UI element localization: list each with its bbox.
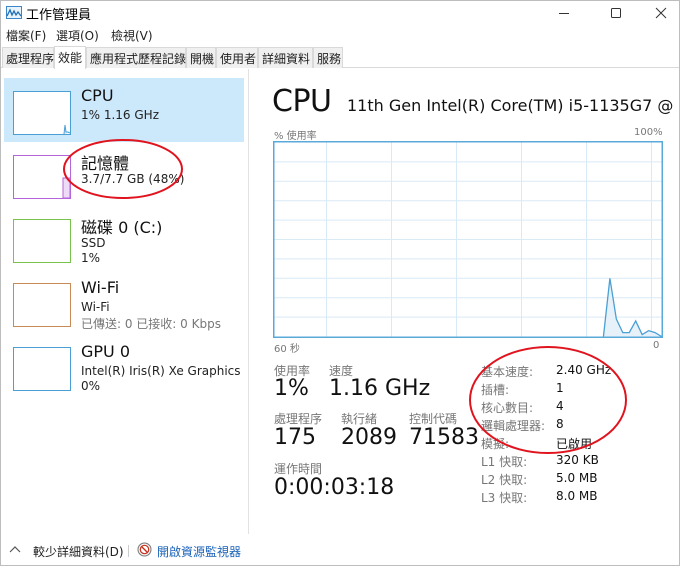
task-manager-window: 工作管理員 檔案(F) 選項(O) 檢視(V) 處理程序 效能 應用程式歷程記錄…	[0, 0, 680, 566]
resource-list: CPU 1% 1.16 GHz 記憶體 3.7/7.7 GB (48%) 磁碟 …	[1, 69, 249, 534]
spec-value-virtualization: 已啟用	[556, 437, 593, 451]
chevron-up-icon[interactable]	[9, 545, 21, 553]
resource-name: Wi-Fi	[81, 278, 120, 297]
resource-monitor-icon	[137, 542, 152, 557]
usage-value: 1%	[274, 376, 309, 401]
spec-label-l1-cache: L1 快取:	[481, 455, 528, 469]
spec-label-l2-cache: L2 快取:	[481, 473, 528, 487]
handles-value: 71583	[409, 425, 479, 450]
chart-x-left-label: 60 秒	[274, 344, 300, 355]
resource-name: CPU	[81, 86, 114, 105]
spec-value-base-speed: 2.40 GHz	[556, 363, 612, 377]
resource-name: 磁碟 0 (C:)	[81, 218, 163, 237]
cpu-usage-chart	[273, 141, 663, 338]
tab-users[interactable]: 使用者	[216, 47, 258, 68]
footer-separator	[128, 545, 129, 557]
resource-detail: Intel(R) Iris(R) Xe Graphics	[81, 364, 241, 378]
spec-value-sockets: 1	[556, 381, 564, 395]
footer: 較少詳細資料(D) 開啟資源監視器	[1, 535, 679, 565]
maximize-button[interactable]	[593, 1, 639, 25]
spec-label-sockets: 插槽:	[481, 383, 510, 397]
menu-bar: 檔案(F) 選項(O) 檢視(V)	[1, 25, 679, 45]
chart-y-max-label: 100%	[634, 127, 663, 138]
resource-item-disk[interactable]: 磁碟 0 (C:) SSD 1%	[4, 206, 244, 270]
window-title: 工作管理員	[26, 8, 92, 23]
maximize-icon	[611, 8, 621, 18]
processes-value: 175	[274, 425, 316, 450]
disk-thumbnail-graph	[13, 219, 71, 263]
resource-detail: 3.7/7.7 GB (48%)	[81, 172, 185, 186]
spec-value-l2-cache: 5.0 MB	[556, 471, 598, 485]
tab-details[interactable]: 詳細資料	[258, 47, 313, 68]
open-resource-monitor-link[interactable]: 開啟資源監視器	[157, 543, 241, 560]
title-bar[interactable]: 工作管理員	[1, 1, 679, 25]
resource-detail: Wi-Fi	[81, 300, 110, 314]
tab-performance[interactable]: 效能	[54, 46, 86, 69]
memory-thumbnail-graph	[13, 155, 71, 199]
resource-usage: 1%	[81, 251, 101, 265]
menu-file[interactable]: 檔案(F)	[6, 27, 46, 44]
wifi-thumbnail-graph	[13, 283, 71, 327]
resource-item-cpu[interactable]: CPU 1% 1.16 GHz	[4, 78, 244, 142]
resource-name: 記憶體	[81, 154, 130, 173]
spec-value-l1-cache: 320 KB	[556, 453, 599, 467]
cpu-thumbnail-graph	[13, 91, 71, 135]
resource-name: GPU 0	[81, 342, 131, 361]
resource-usage: 0%	[81, 379, 101, 393]
gpu-thumbnail-graph	[13, 347, 71, 391]
close-button[interactable]	[638, 1, 680, 25]
spec-label-logical-processors: 邏輯處理器:	[481, 419, 546, 433]
spec-label-base-speed: 基本速度:	[481, 365, 534, 379]
resource-item-gpu[interactable]: GPU 0 Intel(R) Iris(R) Xe Graphics 0%	[4, 334, 244, 398]
spec-value-cores: 4	[556, 399, 564, 413]
threads-value: 2089	[341, 425, 397, 450]
speed-value: 1.16 GHz	[329, 376, 431, 401]
cpu-model-name: 11th Gen Intel(R) Core(TM) i5-1135G7 @ .…	[347, 96, 680, 115]
resource-detail: SSD	[81, 236, 106, 250]
performance-title: CPU	[272, 84, 332, 119]
fewer-details-button[interactable]: 較少詳細資料(D)	[33, 543, 124, 560]
spec-label-l3-cache: L3 快取:	[481, 491, 528, 505]
task-manager-app-icon	[6, 6, 22, 19]
spec-value-l3-cache: 8.0 MB	[556, 489, 598, 503]
resource-item-memory[interactable]: 記憶體 3.7/7.7 GB (48%)	[4, 142, 244, 206]
menu-options[interactable]: 選項(O)	[56, 27, 99, 44]
menu-view[interactable]: 檢視(V)	[111, 27, 153, 44]
chart-x-right-label: 0	[653, 340, 660, 351]
resource-item-wifi[interactable]: Wi-Fi Wi-Fi 已傳送: 0 已接收: 0 Kbps	[4, 270, 244, 334]
uptime-value: 0:00:03:18	[274, 475, 395, 500]
spec-value-logical-processors: 8	[556, 417, 564, 431]
tab-services[interactable]: 服務	[313, 47, 343, 68]
resource-detail: 1% 1.16 GHz	[81, 108, 160, 122]
tab-processes[interactable]: 處理程序	[2, 47, 54, 68]
minimize-button[interactable]	[541, 1, 587, 25]
spec-label-cores: 核心數目:	[481, 401, 534, 415]
resource-throughput: 已傳送: 0 已接收: 0 Kbps	[81, 317, 221, 331]
close-icon	[655, 7, 667, 19]
minimize-icon	[559, 13, 569, 14]
tab-app-history[interactable]: 應用程式歷程記錄	[86, 47, 186, 68]
tab-bar: 處理程序 效能 應用程式歷程記錄 開機 使用者 詳細資料 服務	[1, 46, 679, 69]
spec-label-virtualization: 模擬:	[481, 437, 510, 451]
tab-startup[interactable]: 開機	[186, 47, 216, 68]
chart-y-label: % 使用率	[274, 131, 317, 142]
